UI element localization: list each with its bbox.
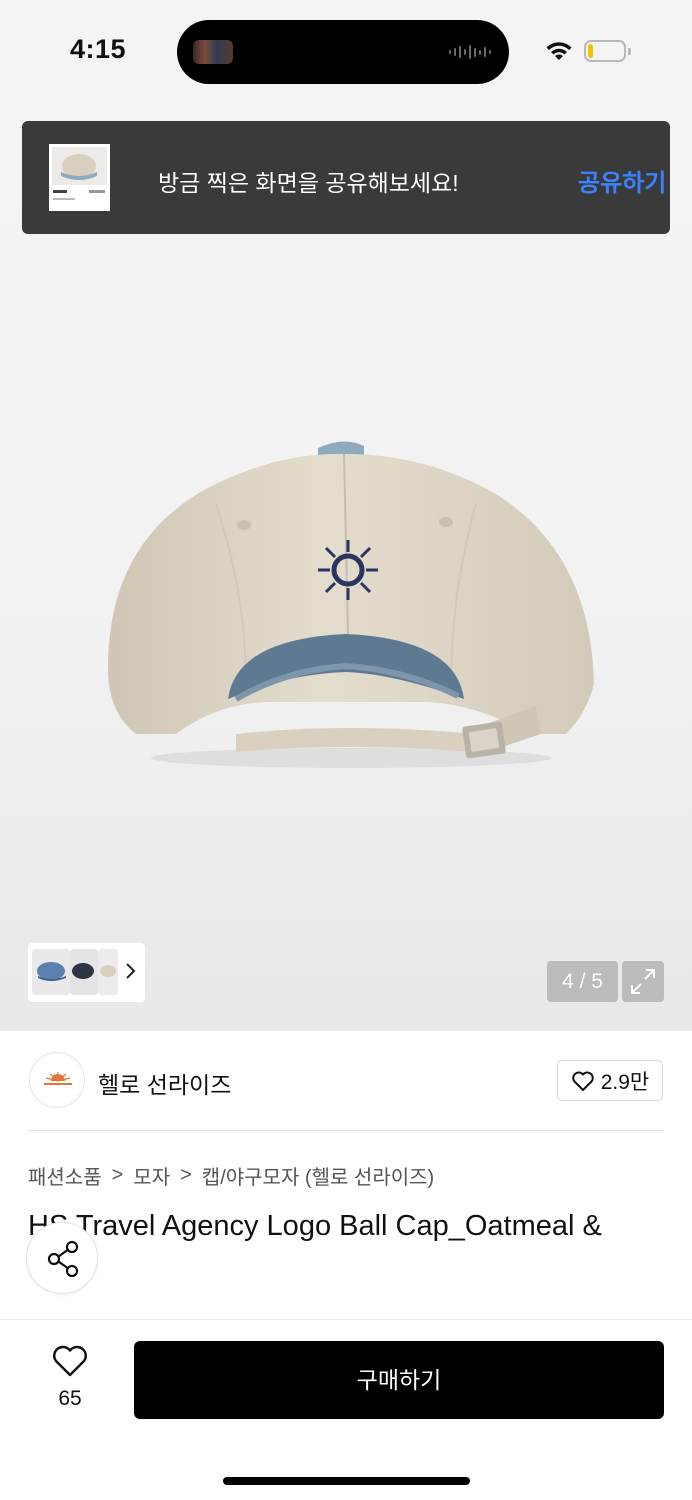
status-time: 4:15 — [70, 34, 127, 64]
breadcrumb: 패션소품 > 모자 > 캡/야구모자 (헬로 선라이즈) — [28, 1161, 434, 1190]
breadcrumb-separator: > — [111, 1164, 124, 1186]
brand-like-count: 2.9만 — [600, 1070, 650, 1094]
breadcrumb-item-current[interactable]: 캡/야구모자 (헬로 선라이즈) — [202, 1161, 434, 1190]
wishlist-button[interactable] — [46, 1344, 94, 1383]
fullscreen-button[interactable] — [622, 961, 664, 1002]
product-title-line2: B — [28, 1246, 664, 1286]
thumbnail-blue-cap[interactable] — [32, 949, 70, 995]
breadcrumb-item-category[interactable]: 패션소품 — [28, 1161, 102, 1190]
share-now-button[interactable]: 공유하기 — [578, 163, 666, 198]
audio-waveform-icon — [449, 44, 491, 60]
divider — [28, 1130, 664, 1131]
product-image-cap — [107, 441, 594, 768]
heart-outline-icon — [53, 1345, 87, 1377]
expand-icon — [631, 969, 655, 994]
sunrise-logo-icon — [44, 1072, 72, 1085]
brand-like-button[interactable]: 2.9만 — [557, 1060, 663, 1101]
dynamic-island[interactable] — [177, 20, 509, 84]
thumbnail-navy-cap[interactable] — [70, 949, 98, 995]
breadcrumb-item-subcategory[interactable]: 모자 — [133, 1161, 170, 1190]
thumbnail-oatmeal-cap[interactable] — [98, 949, 118, 995]
screenshot-thumbnail[interactable] — [49, 144, 110, 211]
battery-icon — [584, 40, 631, 62]
share-button[interactable] — [26, 1222, 98, 1294]
product-image-gallery[interactable] — [0, 104, 692, 1031]
brand-name[interactable]: 헬로 선라이즈 — [98, 1066, 231, 1100]
wifi-icon — [546, 42, 572, 60]
brand-logo[interactable] — [29, 1052, 85, 1108]
buy-button[interactable]: 구매하기 — [134, 1341, 664, 1419]
status-bar: 4:15 — [0, 0, 692, 104]
image-thumbnail-strip[interactable] — [28, 943, 145, 1002]
wishlist-count: 65 — [58, 1387, 82, 1410]
product-title-line1: HS Travel Agency Logo Ball Cap_Oatmeal & — [28, 1210, 602, 1242]
share-screenshot-toast: 방금 찍은 화면을 공유해보세요! 공유하기 — [22, 121, 670, 234]
battery-level-fill — [588, 44, 593, 58]
breadcrumb-separator: > — [180, 1164, 192, 1186]
toast-message: 방금 찍은 화면을 공유해보세요! — [158, 170, 459, 196]
chevron-right-icon[interactable] — [124, 959, 138, 983]
heart-outline-icon — [571, 1071, 594, 1091]
image-counter: 4 / 5 — [547, 961, 618, 1002]
share-icon — [47, 1240, 79, 1278]
now-playing-artwork — [193, 40, 233, 64]
product-title: HS Travel Agency Logo Ball Cap_Oatmeal &… — [28, 1206, 664, 1286]
home-indicator[interactable] — [223, 1477, 470, 1485]
